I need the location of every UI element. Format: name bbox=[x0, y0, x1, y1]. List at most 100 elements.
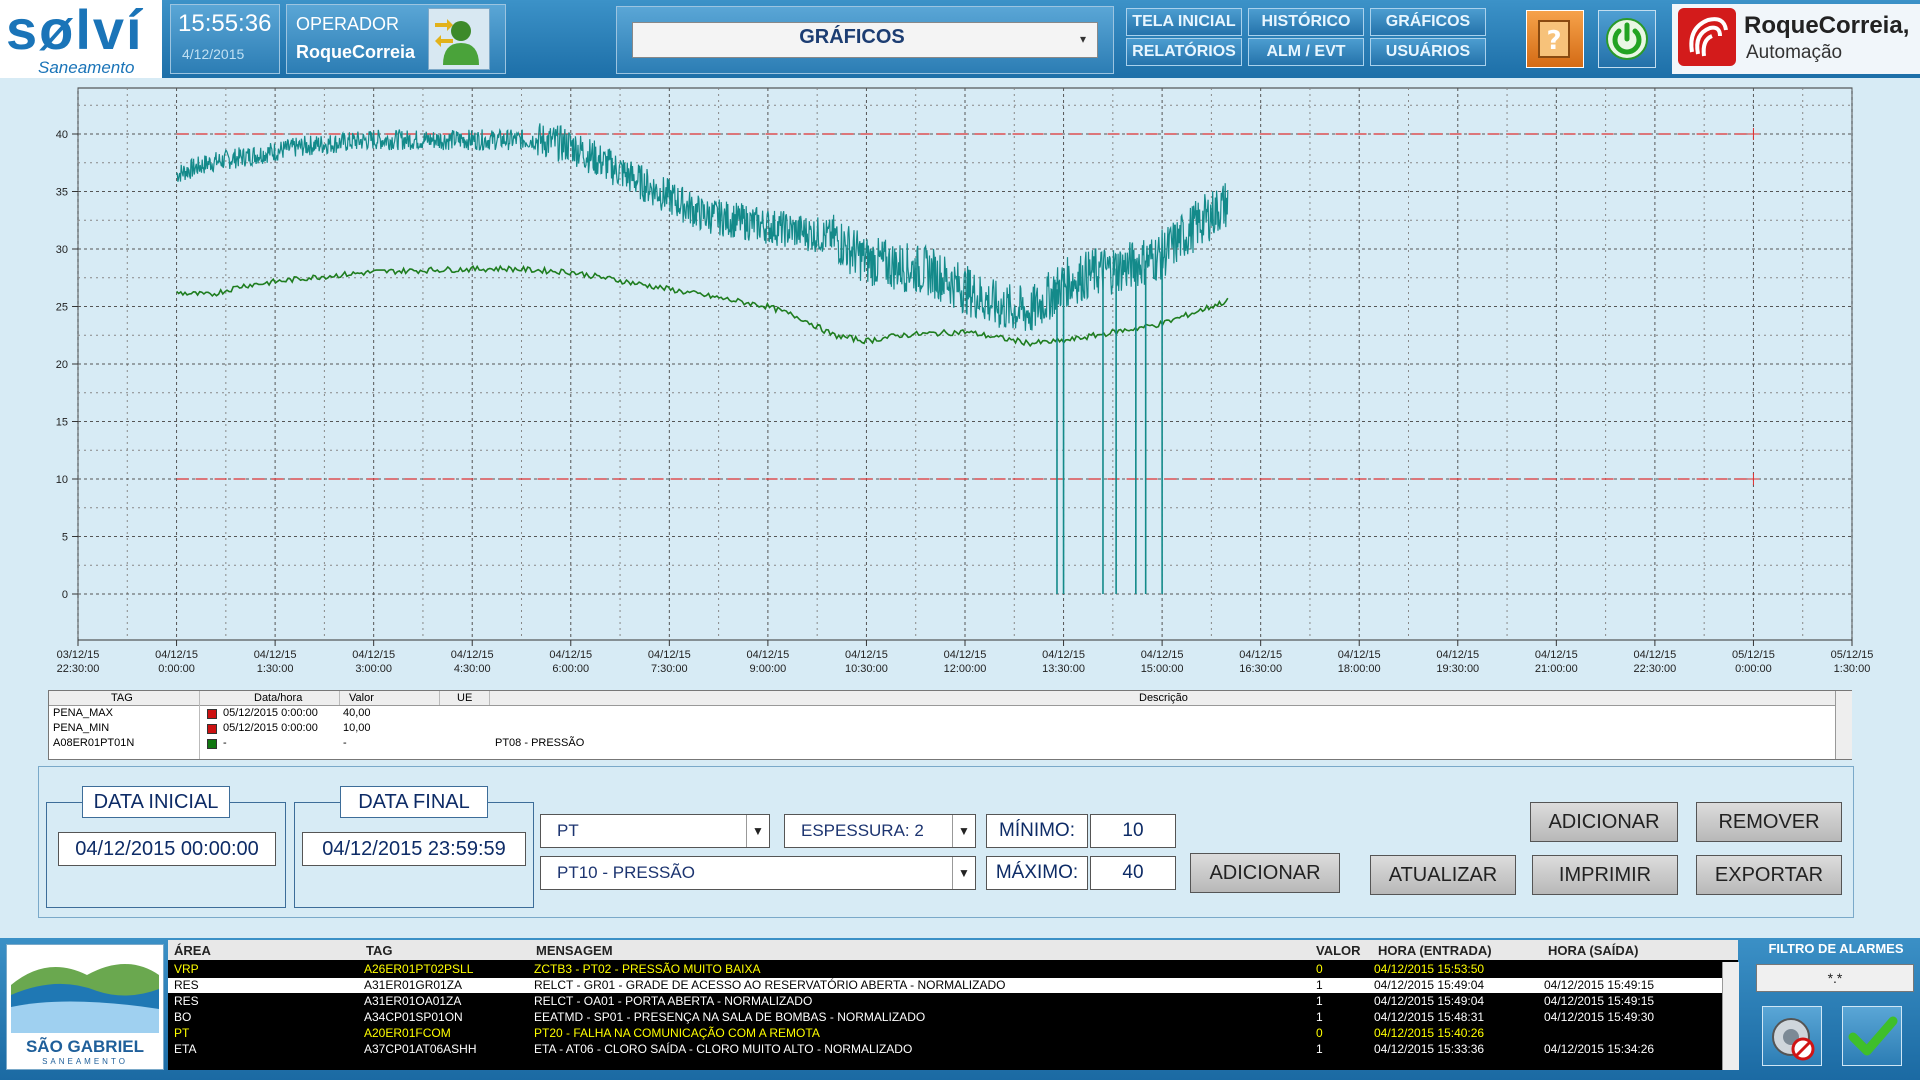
alarm-time-out: 04/12/2015 15:49:15 bbox=[1544, 978, 1655, 992]
x-tick-label: 6:00:00 bbox=[552, 663, 589, 675]
exportar-button[interactable]: EXPORTAR bbox=[1696, 855, 1842, 895]
x-tick-label: 04/12/15 bbox=[944, 649, 987, 661]
x-tick-label: 04/12/15 bbox=[155, 649, 198, 661]
tag-type-select-value: PT bbox=[557, 821, 579, 840]
legend-scrollbar[interactable] bbox=[1835, 691, 1852, 759]
alarm-value: 1 bbox=[1316, 1010, 1323, 1024]
chevron-down-icon[interactable]: ▾ bbox=[1080, 32, 1086, 46]
minimo-input[interactable]: 10 bbox=[1090, 814, 1176, 848]
alarm-header-row bbox=[168, 940, 1738, 960]
nav-usuarios[interactable]: USUÁRIOS bbox=[1370, 38, 1486, 66]
alarm-row[interactable]: RES A31ER01OA01ZA RELCT - OA01 - PORTA ABE… bbox=[168, 994, 1722, 1009]
alarm-col-area[interactable]: ÁREA bbox=[174, 943, 211, 958]
alarm-row[interactable]: PT A20ER01FCOM PT20 - FALHA NA COMUNICAÇÃO… bbox=[168, 1026, 1722, 1041]
alarm-col-mensagem[interactable]: MENSAGEM bbox=[536, 943, 613, 958]
sao-gabriel-landscape-icon bbox=[7, 945, 163, 1035]
chevron-down-icon[interactable]: ▼ bbox=[952, 815, 975, 847]
x-tick-label: 10:30:00 bbox=[845, 663, 888, 675]
legend-value: 40,00 bbox=[343, 707, 371, 719]
legend-col-description: Descrição bbox=[1139, 692, 1188, 704]
alarm-row[interactable]: VRP A26ER01PT02PSLL ZCTB3 - PT02 - PRESSÃO… bbox=[168, 962, 1722, 977]
imprimir-button[interactable]: IMPRIMIR bbox=[1532, 855, 1678, 895]
chevron-down-icon[interactable]: ▼ bbox=[952, 857, 975, 889]
x-tick-label: 04/12/15 bbox=[648, 649, 691, 661]
alarm-row[interactable]: BO A34CP01SP01ON EEATMD - SP01 - PRESENÇA … bbox=[168, 1010, 1722, 1025]
x-tick-label: 04/12/15 bbox=[451, 649, 494, 661]
x-tick-label: 03/12/15 bbox=[57, 649, 100, 661]
check-icon bbox=[1848, 1016, 1898, 1056]
power-button[interactable] bbox=[1598, 10, 1656, 68]
alarm-time-in: 04/12/2015 15:49:04 bbox=[1374, 994, 1485, 1008]
alarm-area: BO bbox=[174, 1010, 192, 1024]
alarm-value: 0 bbox=[1316, 962, 1323, 976]
x-tick-label: 22:30:00 bbox=[1633, 663, 1676, 675]
user-switch-icon[interactable] bbox=[428, 8, 490, 70]
x-tick-label: 0:00:00 bbox=[1735, 663, 1772, 675]
alarm-tag: A37CP01AT06ASHH bbox=[364, 1042, 477, 1056]
alarm-filter-select[interactable]: *.* bbox=[1756, 964, 1914, 992]
alarm-col-saida[interactable]: HORA (SAÍDA) bbox=[1548, 943, 1639, 958]
alarm-message: ZCTB3 - PT02 - PRESSÃO MUITO BAIXA bbox=[534, 962, 761, 976]
legend-datetime: - bbox=[223, 737, 227, 749]
alarm-row[interactable]: RES A31ER01GR01ZA RELCT - GR01 - GRADE DE … bbox=[168, 978, 1722, 993]
alarm-area: RES bbox=[174, 994, 199, 1008]
alarm-area: RES bbox=[174, 978, 199, 992]
alarm-col-valor[interactable]: VALOR bbox=[1316, 943, 1361, 958]
legend-color-swatch[interactable] bbox=[207, 724, 217, 734]
x-tick-label: 4:30:00 bbox=[454, 663, 491, 675]
alarm-scrollbar[interactable] bbox=[1722, 962, 1739, 1070]
y-tick-label: 10 bbox=[56, 474, 68, 486]
alarm-time-out: 04/12/2015 15:49:15 bbox=[1544, 994, 1655, 1008]
nav-alm-evt[interactable]: ALM / EVT bbox=[1248, 38, 1364, 66]
x-tick-label: 22:30:00 bbox=[57, 663, 100, 675]
tag-select[interactable]: PT10 - PRESSÃO ▼ bbox=[540, 856, 976, 890]
siren-off-icon bbox=[1772, 1018, 1815, 1061]
solvi-logo-text: sølví bbox=[6, 0, 144, 61]
alarm-value: 1 bbox=[1316, 1042, 1323, 1056]
y-tick-label: 0 bbox=[62, 589, 68, 601]
pressure-chart[interactable]: 0 5 10 15 20 25 30 35 40 03/12/15 22:30:00 04/12/1… bbox=[0, 84, 1920, 684]
nav-relatorios[interactable]: RELATÓRIOS bbox=[1126, 38, 1242, 66]
help-button[interactable]: ? bbox=[1526, 10, 1584, 68]
alarm-message: RELCT - GR01 - GRADE DE ACESSO AO RESERV… bbox=[534, 978, 1006, 992]
adicionar-button[interactable]: ADICIONAR bbox=[1530, 802, 1678, 842]
legend-color-swatch[interactable] bbox=[207, 709, 217, 719]
nav-historico[interactable]: HISTÓRICO bbox=[1248, 8, 1364, 36]
alarm-tag: A20ER01FCOM bbox=[364, 1026, 451, 1040]
alarm-col-tag[interactable]: TAG bbox=[366, 943, 392, 958]
alarm-value: 1 bbox=[1316, 978, 1323, 992]
remover-button[interactable]: REMOVER bbox=[1696, 802, 1842, 842]
alarm-message: EEATMD - SP01 - PRESENÇA NA SALA DE BOMB… bbox=[534, 1010, 926, 1024]
x-tick-label: 04/12/15 bbox=[845, 649, 888, 661]
silence-alarm-button[interactable] bbox=[1762, 1006, 1822, 1066]
acknowledge-button[interactable] bbox=[1842, 1006, 1902, 1066]
nav-graficos[interactable]: GRÁFICOS bbox=[1370, 8, 1486, 36]
maximo-input[interactable]: 40 bbox=[1090, 856, 1176, 890]
data-final-field[interactable]: 04/12/2015 23:59:59 bbox=[302, 832, 526, 866]
data-inicial-field[interactable]: 04/12/2015 00:00:00 bbox=[58, 832, 276, 866]
alarm-row[interactable]: ETA A37CP01AT06ASHH ETA - AT06 - CLORO SAÍ… bbox=[168, 1042, 1722, 1057]
x-tick-label: 0:00:00 bbox=[158, 663, 195, 675]
nav-tela-inicial[interactable]: TELA INICIAL bbox=[1126, 8, 1242, 36]
brand-subtitle: Automação bbox=[1746, 42, 1843, 63]
legend-description: PT08 - PRESSÃO bbox=[495, 737, 585, 749]
legend-tag: A08ER01PT01N bbox=[53, 737, 135, 749]
data-final-label: DATA FINAL bbox=[340, 786, 488, 818]
x-tick-label: 05/12/15 bbox=[1831, 649, 1874, 661]
thickness-select[interactable]: ESPESSURA: 2 ▼ bbox=[784, 814, 976, 848]
legend-color-swatch[interactable] bbox=[207, 739, 217, 749]
x-tick-label: 19:30:00 bbox=[1436, 663, 1479, 675]
adicionar-pen-button[interactable]: ADICIONAR bbox=[1190, 853, 1340, 893]
chevron-down-icon[interactable]: ▼ bbox=[746, 815, 769, 847]
pen-legend-table[interactable]: TAG Data/hora Valor UE Descrição PENA_MA… bbox=[48, 690, 1852, 760]
atualizar-button[interactable]: ATUALIZAR bbox=[1370, 855, 1516, 895]
legend-datetime: 05/12/2015 0:00:00 bbox=[223, 707, 318, 719]
x-tick-label: 13:30:00 bbox=[1042, 663, 1085, 675]
current-date: 4/12/2015 bbox=[182, 46, 245, 62]
help-book-icon: ? bbox=[1538, 20, 1570, 58]
sao-gabriel-subtitle: SANEAMENTO bbox=[42, 1057, 128, 1066]
tag-type-select[interactable]: PT ▼ bbox=[540, 814, 770, 848]
x-tick-label: 18:00:00 bbox=[1338, 663, 1381, 675]
x-tick-label: 04/12/15 bbox=[352, 649, 395, 661]
alarm-col-entrada[interactable]: HORA (ENTRADA) bbox=[1378, 943, 1492, 958]
